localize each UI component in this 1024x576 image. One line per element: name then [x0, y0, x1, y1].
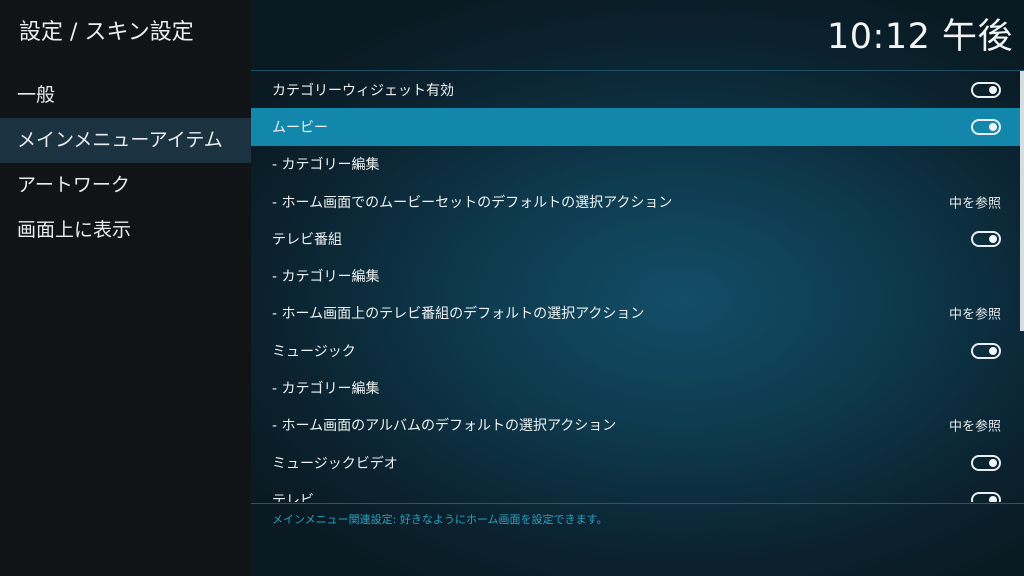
setting-label: ミュージックビデオ	[272, 455, 398, 472]
setting-label: テレビ	[272, 492, 314, 502]
sidebar-item-main-menu-items[interactable]: メインメニューアイテム	[0, 118, 251, 163]
setting-row-music-edit-categories[interactable]: - カテゴリー編集	[251, 369, 1021, 406]
setting-row-live-tv[interactable]: テレビ	[251, 481, 1021, 502]
toggle-switch[interactable]	[971, 81, 1001, 98]
setting-row-movieset-default-action[interactable]: - ホーム画面でのムービーセットのデフォルトの選択アクション 中を参照	[251, 183, 1021, 220]
setting-label: - カテゴリー編集	[272, 381, 380, 398]
setting-label: カテゴリーウィジェット有効	[272, 82, 454, 99]
divider	[251, 503, 1024, 504]
setting-label: - カテゴリー編集	[272, 157, 380, 174]
setting-label: - ホーム画面のアルバムのデフォルトの選択アクション	[272, 418, 617, 435]
setting-value: 中を参照	[948, 196, 1001, 212]
setting-row-tv-edit-categories[interactable]: - カテゴリー編集	[251, 257, 1021, 294]
sidebar-item-on-screen-display[interactable]: 画面上に表示	[0, 208, 251, 253]
toggle-switch[interactable]	[971, 491, 1001, 502]
toggle-knob	[989, 458, 997, 467]
setting-row-movies-edit-categories[interactable]: - カテゴリー編集	[251, 146, 1021, 183]
setting-row-album-default-action[interactable]: - ホーム画面のアルバムのデフォルトの選択アクション 中を参照	[251, 407, 1021, 444]
breadcrumb: 設定 / スキン設定	[19, 20, 194, 45]
toggle-switch[interactable]	[971, 454, 1001, 471]
setting-label: テレビ番組	[272, 231, 342, 248]
setting-label: - ホーム画面でのムービーセットのデフォルトの選択アクション	[272, 194, 673, 211]
setting-row-category-widget[interactable]: カテゴリーウィジェット有効	[251, 71, 1021, 108]
settings-list[interactable]: カテゴリーウィジェット有効 ムービー - カテゴリー編集 - ホーム画面でのムー…	[251, 71, 1021, 502]
toggle-knob	[989, 85, 997, 94]
setting-row-music-videos[interactable]: ミュージックビデオ	[251, 444, 1021, 481]
toggle-knob	[989, 122, 997, 131]
setting-label: ミュージック	[272, 343, 356, 360]
setting-row-tvshow-default-action[interactable]: - ホーム画面上のテレビ番組のデフォルトの選択アクション 中を参照	[251, 295, 1021, 332]
settings-panel: 10:12 午後 カテゴリーウィジェット有効 ムービー - カテゴリー編集 - …	[251, 0, 1024, 576]
toggle-knob	[989, 495, 997, 502]
setting-label: - カテゴリー編集	[272, 269, 380, 286]
scrollbar[interactable]	[1020, 71, 1024, 331]
clock: 10:12 午後	[827, 17, 1013, 57]
toggle-knob	[989, 234, 997, 243]
setting-value: 中を参照	[948, 307, 1001, 323]
toggle-knob	[989, 346, 997, 355]
toggle-switch[interactable]	[971, 118, 1001, 135]
setting-row-movies[interactable]: ムービー	[251, 108, 1021, 146]
setting-label: - ホーム画面上のテレビ番組のデフォルトの選択アクション	[272, 306, 645, 323]
skin-settings-screen: 設定 / スキン設定 一般 メインメニューアイテム アートワーク 画面上に表示 …	[0, 0, 1024, 576]
setting-value: 中を参照	[948, 419, 1001, 435]
setting-label: ムービー	[272, 119, 328, 136]
sidebar: 設定 / スキン設定 一般 メインメニューアイテム アートワーク 画面上に表示	[0, 0, 251, 576]
sidebar-item-artwork[interactable]: アートワーク	[0, 163, 251, 208]
setting-row-music[interactable]: ミュージック	[251, 332, 1021, 369]
toggle-switch[interactable]	[971, 342, 1001, 359]
setting-row-tv-shows[interactable]: テレビ番組	[251, 220, 1021, 257]
toggle-switch[interactable]	[971, 230, 1001, 247]
setting-description: メインメニュー関連設定: 好きなようにホーム画面を設定できます。	[272, 513, 608, 526]
sidebar-list: 一般 メインメニューアイテム アートワーク 画面上に表示	[0, 73, 251, 253]
sidebar-item-general[interactable]: 一般	[0, 73, 251, 118]
